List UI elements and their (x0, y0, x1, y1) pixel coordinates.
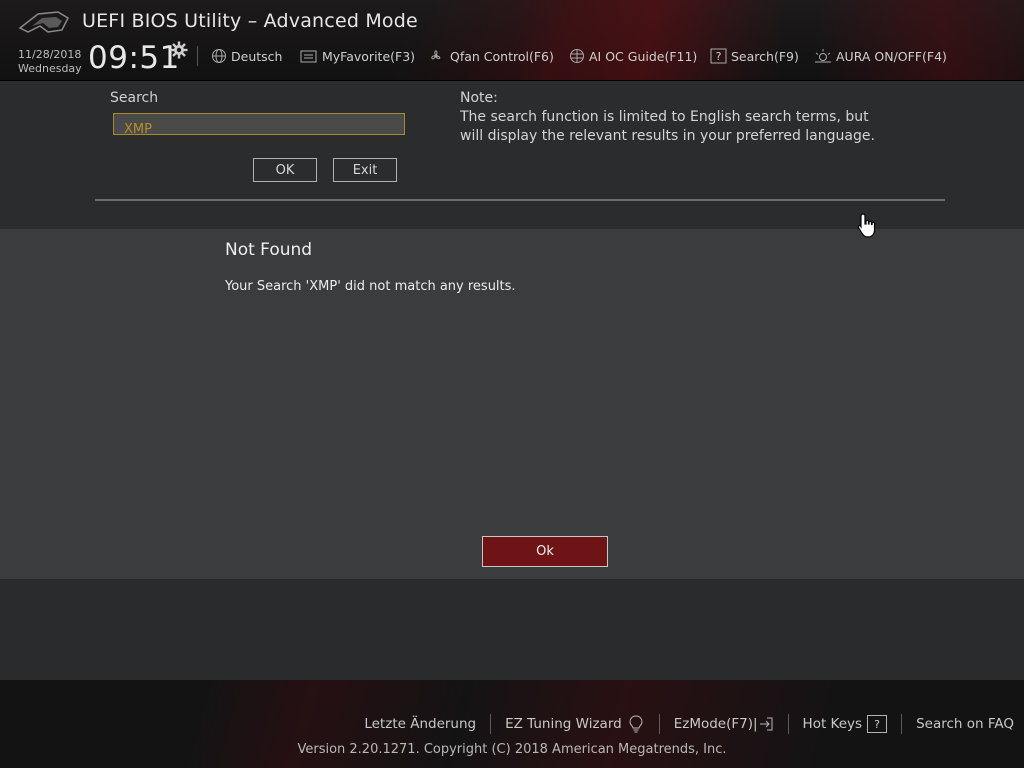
search-faq-label: Search on FAQ (916, 716, 1014, 732)
bulb-icon (629, 715, 643, 733)
last-modified-link[interactable]: Letzte Änderung (350, 716, 490, 732)
menu-language-label: Deutsch (231, 48, 283, 64)
copyright-text: Version 2.20.1271. Copyright (C) 2018 Am… (297, 742, 727, 757)
search-faq-link[interactable]: Search on FAQ (902, 716, 1014, 732)
ai-globe-icon (570, 49, 584, 63)
footer-links: Letzte Änderung EZ Tuning Wizard EzMode(… (350, 714, 1014, 734)
hand-cursor-icon (857, 213, 876, 238)
menu-ai-oc-guide-label: AI OC Guide(F11) (589, 48, 698, 64)
date-text: 11/28/2018 (18, 48, 82, 61)
fan-icon (431, 50, 441, 60)
search-label: Search (110, 90, 159, 106)
exit-arrow-icon (759, 717, 773, 731)
menu-language[interactable]: Deutsch (211, 46, 282, 66)
favorite-icon (300, 50, 317, 63)
gear-icon[interactable] (170, 41, 188, 59)
note-text: The search function is limited to Englis… (460, 109, 875, 144)
app-title: UEFI BIOS Utility – Advanced Mode (82, 10, 418, 32)
title-bar: UEFI BIOS Utility – Advanced Mode 11/28/… (0, 0, 1024, 81)
content-area (0, 579, 1024, 680)
menu-ai-oc-guide[interactable]: AI OC Guide(F11) (569, 46, 697, 66)
rog-logo-icon (18, 11, 69, 33)
header-decoration (820, 0, 1024, 80)
menu-separator (197, 46, 198, 66)
menu-aura[interactable]: AURA ON/OFF(F4) (814, 46, 947, 66)
clock-display: 09:51 (88, 40, 180, 76)
menu-search[interactable]: ? Search(F9) (710, 46, 799, 66)
divider (95, 199, 945, 201)
search-exit-button[interactable]: Exit (333, 158, 397, 182)
aura-icon (815, 49, 831, 63)
ezmode-link[interactable]: EzMode(F7)| (660, 716, 788, 732)
ez-tuning-wizard-label: EZ Tuning Wizard (505, 716, 622, 732)
search-input[interactable]: XMP (113, 113, 405, 137)
menu-qfan-control-label: Qfan Control(F6) (450, 48, 554, 64)
menu-qfan-control[interactable]: Qfan Control(F6) (428, 46, 554, 66)
menu-myfavorite[interactable]: MyFavorite(F3) (300, 46, 415, 66)
menu-aura-label: AURA ON/OFF(F4) (836, 48, 947, 64)
ez-tuning-wizard-link[interactable]: EZ Tuning Wizard (491, 714, 659, 734)
dialog-message: Your Search 'XMP' did not match any resu… (225, 279, 516, 294)
hot-keys-link[interactable]: Hot Keys ? (789, 715, 902, 733)
menu-search-label: Search(F9) (731, 48, 799, 64)
dialog-ok-button[interactable]: Ok (482, 536, 608, 567)
ezmode-label: EzMode(F7)| (673, 716, 758, 732)
search-ok-button[interactable]: OK (253, 158, 317, 182)
globe-icon (212, 49, 226, 63)
question-box-icon: ? (867, 715, 888, 733)
help-box-icon: ? (710, 48, 727, 64)
header-decoration (520, 0, 780, 80)
svg-text:?: ? (716, 50, 722, 63)
last-modified-label: Letzte Änderung (364, 716, 477, 732)
menu-myfavorite-label: MyFavorite(F3) (322, 48, 416, 64)
note-title: Note: (460, 90, 498, 106)
day-text: Wednesday (18, 62, 82, 75)
dialog-title: Not Found (225, 240, 313, 260)
date-display: 11/28/2018 Wednesday (18, 48, 82, 76)
hot-keys-label: Hot Keys (802, 716, 863, 732)
